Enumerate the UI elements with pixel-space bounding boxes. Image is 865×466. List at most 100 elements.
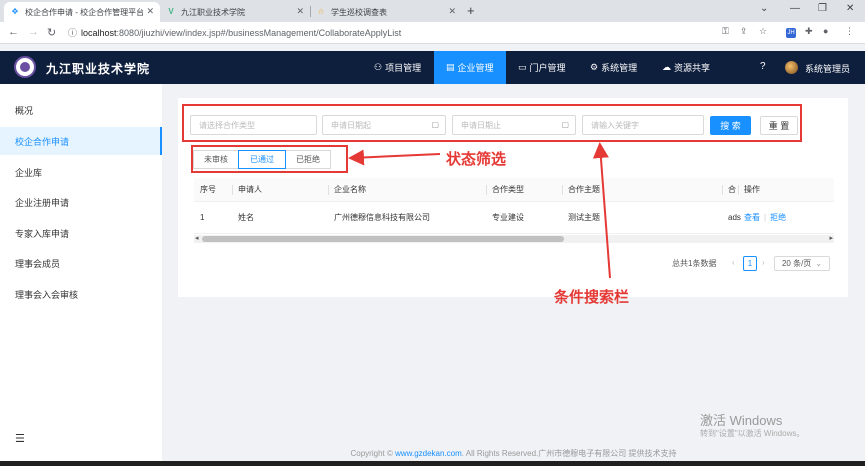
reload-icon[interactable]: ↻ [47, 26, 56, 39]
restore-icon[interactable]: ❐ [818, 3, 827, 14]
tab-title: 校企合作申请 - 校企合作管理平台 [25, 7, 143, 17]
windows-watermark-text: 转到"设置"以激活 Windows。 [700, 429, 805, 438]
nav-label: 项目管理 [385, 63, 422, 73]
footer: Copyright © www.gzdekan.com. All Rights … [162, 448, 865, 459]
nav-label: 资源共享 [674, 63, 711, 73]
browser-tab[interactable]: ☆ 学生巡校调查表 ✕ [310, 2, 462, 22]
app-header: 九江职业技术学院 ⚇ 项目管理 ▤ 企业管理 ▭ 门户管理 ⚙ 系统管理 ☁ 资源共享 ?… [0, 51, 865, 84]
tab-title: 学生巡校调查表 [331, 7, 387, 17]
windows-watermark-title: 激活 Windows [700, 413, 783, 428]
reject-link[interactable]: 拒绝 [770, 212, 786, 223]
close-tab-icon[interactable]: ✕ [146, 6, 154, 17]
scroll-thumb[interactable] [202, 236, 564, 242]
column-header: 申请人 [232, 178, 262, 201]
column-header: 合 [722, 178, 736, 201]
bookmark-star-icon[interactable]: ☆ [759, 26, 767, 37]
cell-type: 专业建设 [492, 213, 524, 222]
sidebar-item-council-review[interactable]: 理事会入会审核 [0, 280, 162, 308]
column-header: 序号 [200, 185, 216, 194]
url-field[interactable]: ⓘ localhost:8080/jiuzhi/view/index.jsp#/b… [68, 26, 401, 39]
brand-title: 九江职业技术学院 [46, 62, 151, 76]
nav-label: 系统管理 [601, 63, 638, 73]
nav-resource-sharing[interactable]: ☁ 资源共享 [650, 51, 722, 84]
divider: | [764, 213, 767, 222]
key-icon[interactable]: ⚿ [722, 26, 729, 37]
enterprise-icon: ▤ [446, 62, 455, 72]
nav-label: 企业管理 [457, 63, 494, 73]
view-link[interactable]: 查看 [744, 212, 760, 223]
browser-menu-icon[interactable]: ⋮ [845, 26, 854, 37]
project-icon: ⚇ [374, 62, 383, 72]
vue-favicon-icon: V [168, 7, 174, 16]
cell-theme: 测试主题 [568, 213, 600, 222]
tab-title: 九江职业技术学院 [181, 7, 245, 17]
info-icon: ⓘ [68, 28, 78, 38]
url-path: :8080/jiuzhi/view/index.jsp#/businessMan… [116, 28, 402, 38]
browser-tab-strip: ✥ 校企合作申请 - 校企合作管理平台 ✕ V 九江职业技术学院 ✕ ☆ 学生巡… [0, 0, 865, 22]
nav-project-management[interactable]: ⚇ 项目管理 [362, 51, 433, 84]
address-bar: ← → ↻ ⓘ localhost:8080/jiuzhi/view/index.… [0, 22, 865, 44]
school-logo-icon [14, 56, 36, 78]
cell-company: 广州德穆信息科技有限公司 [334, 213, 430, 222]
status-tab-approved[interactable]: 已通过 [238, 150, 286, 169]
search-bar-highlight [182, 104, 802, 142]
star-favicon-icon: ☆ [317, 7, 325, 16]
extension-jh-icon[interactable]: JH [786, 28, 796, 38]
next-page-icon[interactable]: › [762, 258, 765, 267]
cell-extra: ads [728, 213, 741, 222]
avatar[interactable] [785, 61, 798, 74]
help-icon[interactable]: ? [760, 61, 766, 72]
nav-system-management[interactable]: ⚙ 系统管理 [578, 51, 649, 84]
sidebar-item-enterprise-registration[interactable]: 企业注册申请 [0, 188, 162, 216]
page-number-current[interactable]: 1 [743, 256, 757, 271]
column-header: 企业名称 [328, 178, 366, 201]
extensions-puzzle-icon[interactable]: ✚ [805, 26, 813, 37]
taskbar [0, 461, 865, 466]
sidebar-item-council-members[interactable]: 理事会成员 [0, 249, 162, 277]
forward-icon[interactable]: → [28, 26, 39, 38]
prev-page-icon[interactable]: ‹ [732, 258, 735, 267]
profile-icon[interactable]: ● [823, 26, 828, 36]
page-size-label: 20 条/页 [781, 259, 812, 268]
sidebar-item-overview[interactable]: 概况 [0, 96, 162, 124]
page-size-select[interactable]: 20 条/页 ⌄ [774, 256, 830, 271]
cell-applicant: 姓名 [238, 213, 254, 222]
monitor-icon: ▭ [518, 62, 527, 72]
sidebar: 概况 校企合作申请 企业库 企业注册申请 专家入库申请 理事会成员 理事会入会审… [0, 84, 162, 466]
cell-actions: 查看 | 拒绝 [744, 202, 807, 233]
application-table: 序号 申请人 企业名称 合作类型 合作主题 合 操作 1 姓名 广州德穆信息科技… [194, 178, 834, 242]
total-count: 总共1条数据 [672, 259, 717, 268]
nav-portal-management[interactable]: ▭ 门户管理 [506, 51, 578, 84]
share-icon[interactable]: ⇪ [740, 26, 748, 37]
browser-tab-active[interactable]: ✥ 校企合作申请 - 校企合作管理平台 ✕ [4, 2, 160, 22]
table-row: 1 姓名 广州德穆信息科技有限公司 专业建设 测试主题 ads 查看 | 拒绝 [194, 202, 834, 234]
app-favicon-icon: ✥ [11, 7, 19, 16]
close-tab-icon[interactable]: ✕ [296, 6, 304, 17]
footer-link[interactable]: www.gzdekan.com [395, 449, 462, 458]
status-filter-annotation: 状态筛选 [446, 151, 507, 168]
new-tab-icon[interactable]: + [467, 3, 475, 18]
url-host: localhost [81, 28, 117, 38]
sidebar-item-enterprise-library[interactable]: 企业库 [0, 158, 162, 186]
scroll-left-icon[interactable]: ◂ [195, 234, 199, 242]
column-header: 合作类型 [486, 178, 524, 201]
cloud-icon: ☁ [662, 62, 671, 72]
table-header: 序号 申请人 企业名称 合作类型 合作主题 合 操作 [194, 178, 834, 202]
window-close-icon[interactable]: ✕ [846, 3, 854, 14]
close-tab-icon[interactable]: ✕ [448, 6, 456, 17]
scroll-right-icon[interactable]: ▸ [829, 234, 833, 242]
admin-name[interactable]: 系统管理员 [805, 62, 850, 75]
browser-tab[interactable]: V 九江职业技术学院 ✕ [160, 2, 310, 22]
sidebar-item-cooperation-apply[interactable]: 校企合作申请 [0, 127, 162, 155]
collapse-menu-icon[interactable]: ☰ [15, 432, 25, 445]
tab-search-icon[interactable]: ⌄ [760, 3, 768, 14]
nav-enterprise-management[interactable]: ▤ 企业管理 [434, 51, 506, 84]
minimize-icon[interactable]: — [790, 3, 800, 14]
horizontal-scrollbar[interactable]: ◂ ▸ [194, 235, 834, 243]
nav-label: 门户管理 [529, 63, 566, 73]
sidebar-item-expert-apply[interactable]: 专家入库申请 [0, 219, 162, 247]
copyright-text: Copyright © [350, 449, 393, 458]
back-icon[interactable]: ← [8, 26, 19, 38]
column-header: 操作 [738, 178, 760, 201]
search-bar-annotation: 条件搜索栏 [554, 289, 630, 306]
